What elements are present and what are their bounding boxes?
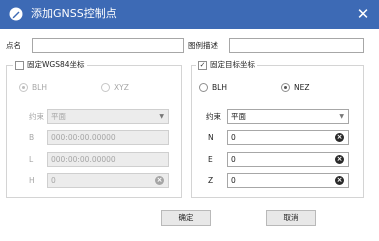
chevron-down-icon: ▼ (339, 113, 344, 120)
wgs84-l-label: L (29, 155, 34, 164)
target-e-input[interactable]: 0 × (227, 152, 349, 167)
fixed-wgs84-checkbox[interactable]: 固定WGS84坐标 (13, 60, 87, 70)
wgs84-l-input[interactable]: 000:00:00.00000 (47, 152, 169, 167)
target-constraint-select[interactable]: 平面 ▼ (227, 109, 349, 124)
radio-label: NEZ (294, 83, 310, 92)
wgs84-h-label: H (29, 176, 35, 185)
target-z-input[interactable]: 0 × (227, 173, 349, 188)
target-n-label: N (208, 133, 214, 142)
target-e-label: E (208, 155, 213, 164)
wgs84-constraint-label: 约束 (29, 112, 44, 121)
checkbox-checked-icon[interactable]: ✓ (198, 60, 207, 70)
target-n-input[interactable]: 0 × (227, 130, 349, 145)
chevron-down-icon: ▼ (159, 113, 164, 120)
radio-label: BLH (212, 83, 227, 92)
fixed-wgs84-label: 固定WGS84坐标 (27, 60, 85, 69)
fixed-target-label: 固定目标坐标 (210, 60, 255, 69)
input-value: 0 (231, 176, 236, 185)
wgs84-b-input[interactable]: 000:00:00.00000 (47, 130, 169, 145)
checkbox-box[interactable] (15, 60, 24, 70)
pen-icon (9, 7, 23, 21)
title-bar: 添加GNSS控制点 ✕ (0, 0, 379, 29)
radio-label: BLH (32, 83, 47, 92)
input-value: 0 (231, 133, 236, 142)
clear-icon[interactable]: × (335, 155, 344, 164)
wgs84-b-label: B (29, 133, 35, 142)
add-gnss-control-point-dialog: 添加GNSS控制点 ✕ 点名 图例描述 固定WGS84坐标 BLH XYZ 约束… (0, 0, 379, 241)
window-title: 添加GNSS控制点 (31, 7, 117, 20)
radio-indicator (101, 83, 110, 92)
radio-label: XYZ (114, 83, 129, 92)
target-z-label: Z (208, 176, 214, 185)
wgs84-h-input[interactable]: 0 × (47, 173, 169, 188)
fixed-target-checkbox[interactable]: ✓ 固定目标坐标 (196, 60, 257, 70)
close-icon[interactable]: ✕ (355, 5, 371, 23)
wgs84-radio-xyz[interactable]: XYZ (101, 83, 129, 92)
legend-description-input[interactable] (229, 38, 364, 53)
target-radio-blh[interactable]: BLH (199, 83, 227, 92)
select-value: 平面 (231, 112, 246, 121)
target-constraint-label: 约束 (206, 112, 221, 121)
input-value: 0 (231, 155, 236, 164)
radio-indicator (199, 83, 208, 92)
target-radio-nez[interactable]: NEZ (281, 83, 310, 92)
clear-icon[interactable]: × (335, 133, 344, 142)
point-name-label: 点名 (6, 41, 21, 50)
wgs84-radio-blh[interactable]: BLH (19, 83, 47, 92)
input-value: 0 (51, 176, 56, 185)
point-name-input[interactable] (32, 38, 184, 53)
legend-description-label: 图例描述 (188, 41, 218, 50)
radio-selected-indicator (281, 83, 290, 92)
ok-button[interactable]: 确定 (161, 210, 211, 226)
clear-icon[interactable]: × (335, 176, 344, 185)
cancel-button[interactable]: 取消 (266, 210, 316, 226)
select-value: 平面 (51, 112, 66, 121)
wgs84-constraint-select[interactable]: 平面 ▼ (47, 109, 169, 124)
clear-icon[interactable]: × (155, 176, 164, 185)
radio-selected-indicator (19, 83, 28, 92)
